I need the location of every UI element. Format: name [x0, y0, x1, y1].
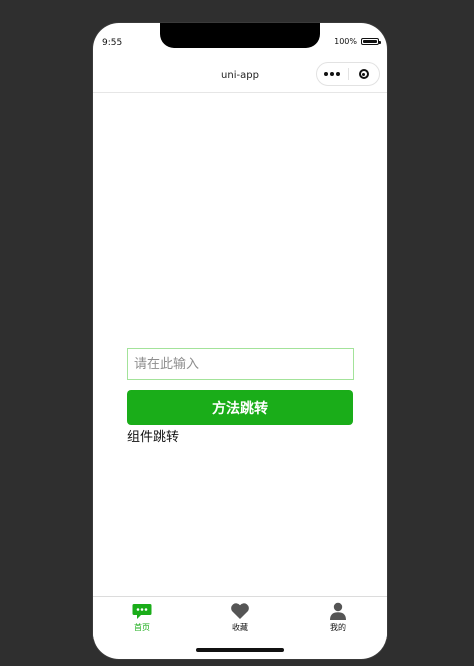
component-navigate-link[interactable]: 组件跳转 [127, 426, 179, 445]
home-indicator [196, 648, 284, 652]
device-notch [160, 23, 320, 48]
tab-favorites[interactable]: 收藏 [191, 597, 289, 639]
tab-bar: 首页 收藏 我的 [93, 596, 387, 639]
heart-icon [231, 603, 249, 619]
tab-home-label: 首页 [134, 623, 150, 632]
tab-mine[interactable]: 我的 [289, 597, 387, 639]
tab-home[interactable]: 首页 [93, 597, 191, 639]
battery-percent: 100% [334, 37, 357, 46]
mini-program-capsule [316, 62, 380, 86]
phone-frame: 9:55 100% uni-app 方法跳转 组件跳转 首页 [93, 23, 387, 659]
battery-icon [361, 38, 381, 45]
close-target-icon[interactable] [349, 63, 380, 85]
tab-favorites-label: 收藏 [232, 623, 248, 632]
tab-mine-label: 我的 [330, 623, 346, 632]
person-icon [330, 602, 346, 620]
navigation-bar: uni-app [93, 60, 387, 93]
status-time: 9:55 [102, 38, 123, 48]
chat-bubble-icon [132, 604, 152, 619]
more-menu-icon[interactable] [317, 63, 348, 85]
text-input[interactable] [127, 348, 354, 380]
status-right: 100% [334, 37, 381, 46]
method-navigate-button[interactable]: 方法跳转 [127, 390, 353, 425]
